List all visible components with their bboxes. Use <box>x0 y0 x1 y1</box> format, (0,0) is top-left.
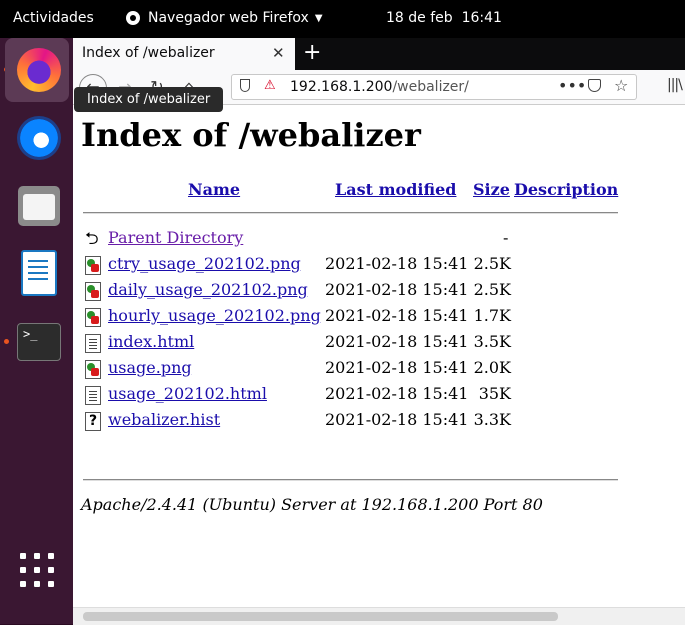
file-link[interactable]: index.html <box>108 332 194 351</box>
file-size: 1.7K <box>473 306 511 325</box>
tab-tooltip: Index of /webalizer <box>74 87 224 112</box>
file-link[interactable]: ctry_usage_202102.png <box>108 254 301 273</box>
image-file-icon <box>85 308 101 327</box>
file-row: index.html 2021-02-18 15:41 3.5K <box>81 332 601 354</box>
dock-item-terminal[interactable]: >_ <box>5 310 69 374</box>
file-link[interactable]: webalizer.hist <box>108 410 220 429</box>
file-size: 2.5K <box>473 280 511 299</box>
unknown-file-icon: ? <box>85 412 101 431</box>
app-menu[interactable]: Navegador web Firefox ▼ <box>126 10 323 26</box>
file-row: hourly_usage_202102.png 2021-02-18 15:41 1… <box>81 306 601 328</box>
file-modified: 2021-02-18 15:41 <box>325 280 469 299</box>
parent-directory-link[interactable]: Parent Directory <box>108 228 243 247</box>
url-bar[interactable]: ⚠ 192.168.1.200/webalizer/ ••• ☆ <box>231 74 637 100</box>
firefox-window: Index of /webalizer ✕ + ← → ↻ ⌂ ⚠ 192.16… <box>73 38 685 625</box>
horizontal-scrollbar[interactable] <box>73 607 685 625</box>
parent-directory-row: ⮌ Parent Directory - <box>81 228 601 250</box>
file-link[interactable]: usage_202102.html <box>108 384 267 403</box>
firefox-mini-icon <box>126 11 140 25</box>
new-tab-button[interactable]: + <box>303 40 321 65</box>
dock-item-thunderbird[interactable] <box>5 106 69 170</box>
file-row: ? webalizer.hist 2021-02-18 15:41 3.3K <box>81 410 601 432</box>
dock-item-writer[interactable] <box>5 242 69 306</box>
file-row: daily_usage_202102.png 2021-02-18 15:41 2.… <box>81 280 601 302</box>
clock-time: 16:41 <box>461 10 502 26</box>
page-actions-icon[interactable]: ••• <box>558 76 586 95</box>
server-signature: Apache/2.4.41 (Ubuntu) Server at 192.168… <box>81 495 543 514</box>
clock-date: 18 de feb <box>386 10 453 26</box>
tab-title: Index of /webalizer <box>82 45 215 61</box>
back-arrow-icon: ⮌ <box>85 229 99 249</box>
ubuntu-dock: >_ <box>0 38 73 624</box>
files-icon <box>18 186 60 226</box>
bookmark-star-icon[interactable]: ☆ <box>614 76 628 95</box>
image-file-icon <box>85 360 101 379</box>
file-size: 2.5K <box>473 254 511 273</box>
file-size: 3.5K <box>473 332 511 351</box>
file-modified: 2021-02-18 15:41 <box>325 332 469 351</box>
file-link[interactable]: usage.png <box>108 358 192 377</box>
file-size: 2.0K <box>473 358 511 377</box>
dock-item-files[interactable] <box>5 174 69 238</box>
file-modified: 2021-02-18 15:41 <box>325 384 469 403</box>
url-path: /webalizer/ <box>392 79 469 95</box>
file-modified: 2021-02-18 15:41 <box>325 358 469 377</box>
libreoffice-writer-icon <box>21 250 57 296</box>
terminal-icon: >_ <box>17 323 61 361</box>
scrollbar-thumb[interactable] <box>83 612 558 621</box>
file-modified: 2021-02-18 15:41 <box>325 254 469 273</box>
show-applications-grid-icon[interactable] <box>20 553 54 587</box>
url-text[interactable]: 192.168.1.200/webalizer/ <box>290 79 469 95</box>
file-size: 3.3K <box>473 410 511 429</box>
file-row: ctry_usage_202102.png 2021-02-18 15:41 2.5… <box>81 254 601 276</box>
file-size: 35K <box>478 384 511 403</box>
text-file-icon <box>85 386 101 405</box>
divider <box>83 212 618 214</box>
column-name-link[interactable]: Name <box>188 180 240 199</box>
file-row: usage_202102.html 2021-02-18 15:41 35K <box>81 384 601 406</box>
file-modified: 2021-02-18 15:41 <box>325 306 469 325</box>
activities-button[interactable]: Actividades <box>13 10 94 26</box>
library-icon[interactable]: |||\ <box>667 77 683 93</box>
clock[interactable]: 18 de feb 16:41 <box>386 10 502 26</box>
insecure-lock-icon[interactable]: ⚠ <box>264 78 276 93</box>
column-size-link[interactable]: Size <box>473 180 510 199</box>
parent-size: - <box>503 228 509 247</box>
tab-bar: Index of /webalizer ✕ + <box>73 38 685 70</box>
column-description-link[interactable]: Description <box>514 180 618 199</box>
page-content: Index of /webalizer Name Last modified S… <box>73 105 685 610</box>
tracking-shield-icon[interactable] <box>240 79 250 92</box>
gnome-top-bar: Actividades Navegador web Firefox ▼ 18 d… <box>0 0 685 38</box>
divider <box>83 479 618 481</box>
app-menu-label: Navegador web Firefox <box>148 10 309 26</box>
file-link[interactable]: hourly_usage_202102.png <box>108 306 321 325</box>
image-file-icon <box>85 256 101 275</box>
caret-down-icon: ▼ <box>314 12 323 24</box>
firefox-icon <box>17 48 61 92</box>
text-file-icon <box>85 334 101 353</box>
page-title: Index of /webalizer <box>81 116 421 154</box>
tab-webalizer[interactable]: Index of /webalizer ✕ <box>73 38 295 70</box>
thunderbird-icon <box>17 116 61 160</box>
dock-item-firefox[interactable] <box>5 38 69 102</box>
file-row: usage.png 2021-02-18 15:41 2.0K <box>81 358 601 380</box>
file-modified: 2021-02-18 15:41 <box>325 410 469 429</box>
url-host: 192.168.1.200 <box>290 79 393 95</box>
image-file-icon <box>85 282 101 301</box>
close-tab-icon[interactable]: ✕ <box>272 44 285 62</box>
file-link[interactable]: daily_usage_202102.png <box>108 280 308 299</box>
column-last-modified-link[interactable]: Last modified <box>335 180 456 199</box>
pocket-icon[interactable] <box>588 79 601 92</box>
